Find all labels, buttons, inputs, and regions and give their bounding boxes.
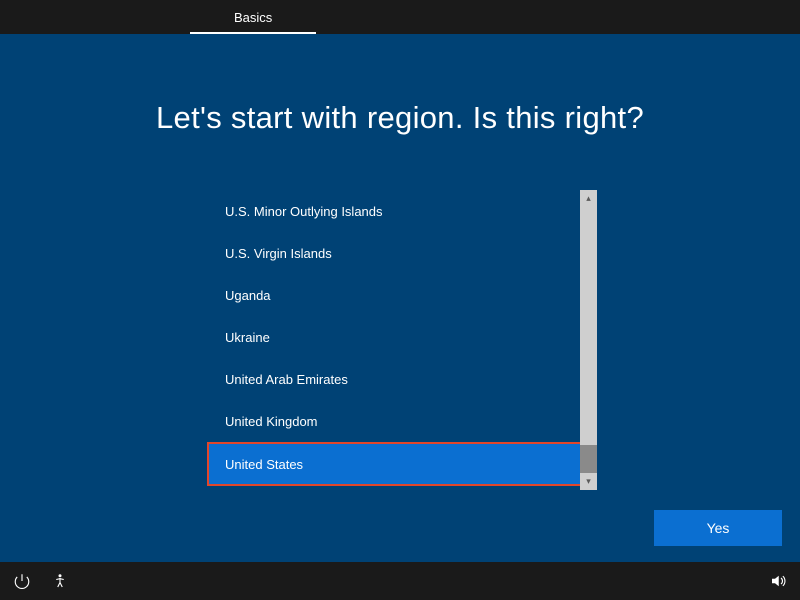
accessibility-icon[interactable] — [50, 571, 70, 591]
list-item[interactable]: Uganda — [209, 274, 580, 316]
list-item[interactable]: U.S. Virgin Islands — [209, 232, 580, 274]
list-item[interactable]: United Kingdom — [209, 400, 580, 442]
power-icon[interactable] — [12, 571, 32, 591]
region-list: U.S. Minor Outlying Islands U.S. Virgin … — [209, 190, 580, 490]
page-heading: Let's start with region. Is this right? — [0, 100, 800, 136]
list-item[interactable]: Ukraine — [209, 316, 580, 358]
tab-basics[interactable]: Basics — [190, 0, 316, 34]
bottom-left-group — [12, 571, 70, 591]
yes-button[interactable]: Yes — [654, 510, 782, 546]
scroll-up-icon[interactable]: ▴ — [580, 190, 597, 207]
scroll-thumb[interactable] — [580, 445, 597, 473]
list-item[interactable]: United Arab Emirates — [209, 358, 580, 400]
volume-icon[interactable] — [768, 571, 788, 591]
scrollbar[interactable]: ▴ ▾ — [580, 190, 597, 490]
bottom-bar — [0, 562, 800, 600]
tab-label: Basics — [234, 10, 272, 25]
scroll-down-icon[interactable]: ▾ — [580, 473, 597, 490]
list-item-selected[interactable]: United States — [207, 442, 582, 486]
list-item[interactable]: U.S. Minor Outlying Islands — [209, 190, 580, 232]
yes-button-label: Yes — [707, 520, 730, 536]
region-list-container: U.S. Minor Outlying Islands U.S. Virgin … — [209, 190, 597, 490]
top-bar: Basics — [0, 0, 800, 34]
